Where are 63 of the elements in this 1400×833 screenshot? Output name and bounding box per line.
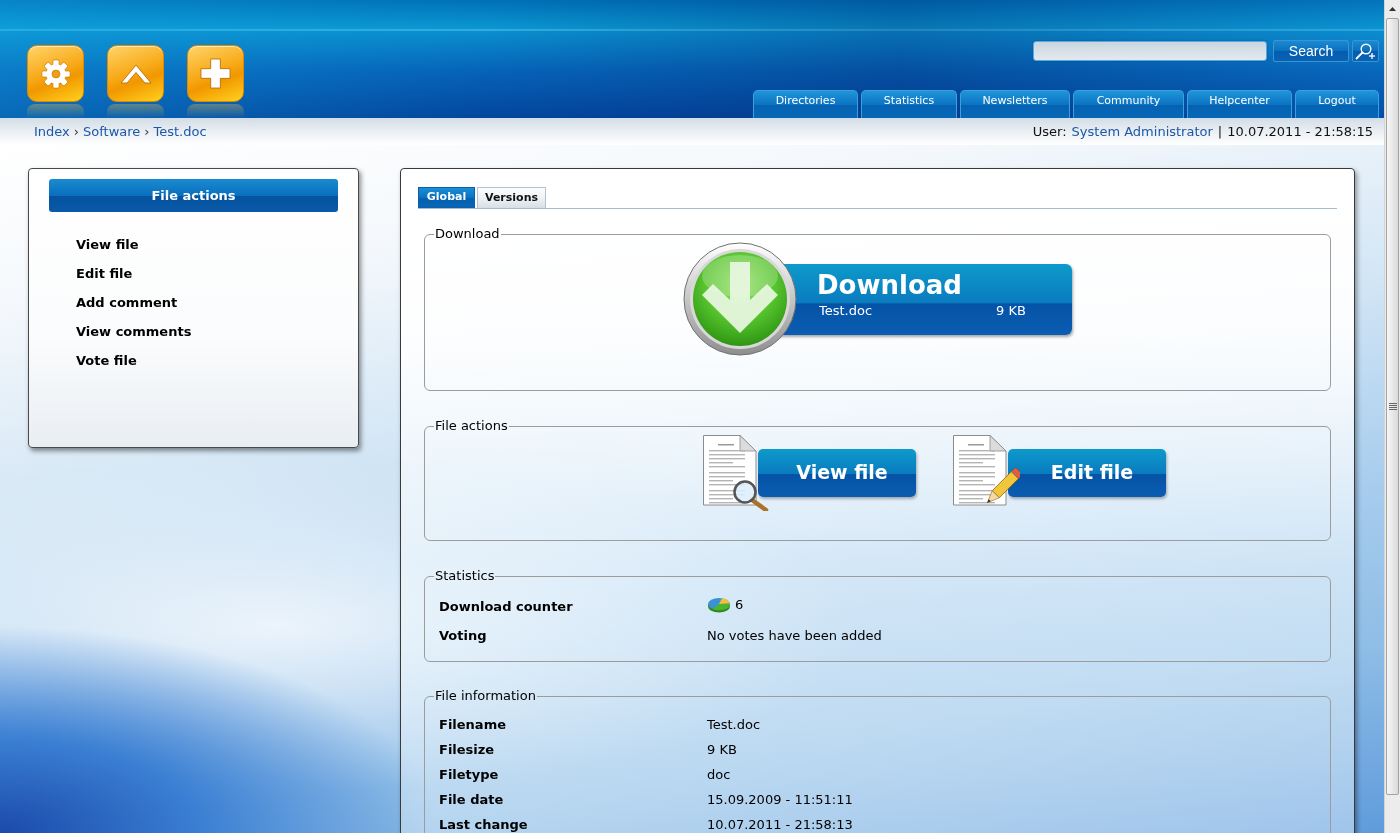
view-file-button[interactable]: View file [702,434,916,511]
section-legend: Statistics [434,568,496,584]
field-label: Filename [439,715,507,734]
breadcrumb-link[interactable]: Software [83,121,141,142]
nav-tab[interactable]: Logout [1295,90,1379,118]
breadcrumb-separator: › [144,122,150,141]
section-legend: File information [434,688,537,704]
grip-icon [1388,403,1397,410]
button-reflection [27,104,84,118]
settings-button[interactable] [27,45,84,102]
sidebar-link[interactable]: Add comment [76,292,178,313]
tab[interactable]: Versions [477,187,546,208]
field-label: Last change [439,815,529,833]
section-legend: File actions [434,418,509,434]
download-button[interactable]: Download Test.doc 9 KB [683,242,1072,356]
file-size: 9 KB [996,302,1026,319]
breadcrumb-separator: › [73,122,79,141]
user-label: User: [1032,122,1067,141]
field-label: Download counter [439,597,574,616]
plus-icon [200,58,231,89]
button-reflection [187,104,244,118]
field-label: File date [439,790,505,809]
date-time: 10.07.2011 - 21:58:15 [1227,122,1373,141]
up-arrow-icon [1389,6,1396,11]
section-legend: Download [434,226,501,242]
field-label: Filetype [439,765,500,784]
nav-tab[interactable]: Statistics [861,90,957,118]
tab[interactable]: Global [418,187,475,208]
sidebar-link[interactable]: Vote file [76,350,137,371]
chevron-up-icon [119,63,152,84]
advanced-search-button[interactable] [1352,40,1379,62]
sidebar-link[interactable]: View comments [76,321,192,342]
field-value: 9 KB [707,740,737,759]
nav-tab[interactable]: Newsletters [960,90,1070,118]
field-value: 15.09.2009 - 11:51:11 [707,790,853,809]
breadcrumb-link[interactable]: Test.doc [153,121,207,142]
up-button[interactable] [107,45,164,102]
edit-file-button[interactable]: Edit file [952,434,1166,511]
field-label: Filesize [439,740,496,759]
nav-tab[interactable]: Community [1073,90,1184,118]
search-plus-icon [1355,42,1376,60]
field-value: Test.doc [707,715,761,734]
user-link[interactable]: System Administrator [1071,121,1213,142]
search-button[interactable]: Search [1273,40,1349,62]
breadcrumb-link[interactable]: Index [34,121,70,142]
field-value: No votes have been added [707,626,882,645]
nav-tab[interactable]: Helpcenter [1187,90,1292,118]
sidebar-link[interactable]: View file [76,234,139,255]
button-reflection [107,104,164,118]
gear-icon [40,58,71,89]
scrollbar-thumb[interactable] [1386,18,1399,795]
search-field[interactable] [1033,41,1267,61]
nav-tab[interactable]: Directories [753,90,858,118]
field-value: 10.07.2011 - 21:58:13 [707,815,853,833]
info-separator: | [1217,122,1223,141]
file-name: Test.doc [819,302,874,319]
sidebar-title: File actions [49,179,338,212]
pie-chart-icon [707,595,731,614]
field-value: doc [707,765,731,784]
add-button[interactable] [187,45,244,102]
sidebar-link[interactable]: Edit file [76,263,133,284]
field-label: Voting [439,626,488,645]
field-value: 6 [735,595,744,614]
